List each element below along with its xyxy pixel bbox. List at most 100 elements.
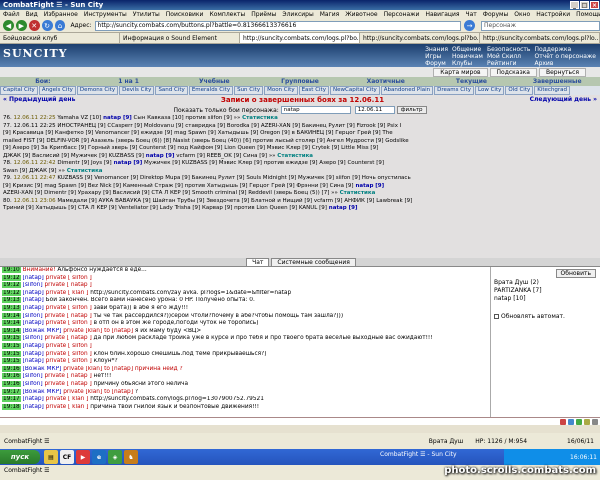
battle-participants[interactable]: Swan [9] ДЖАК [9] »» (3, 168, 67, 174)
chat-private-tag[interactable]: private [ siifon ] (46, 351, 92, 357)
category-tab[interactable]: Учебные (171, 77, 257, 86)
next-day-link[interactable]: Следующий день » (530, 96, 597, 104)
city-tab[interactable]: Low City (475, 86, 505, 95)
city-tab[interactable]: Moon City (264, 86, 298, 95)
city-tab[interactable]: Dreams City (434, 86, 474, 95)
character-search-input[interactable]: Персонаж (481, 20, 600, 31)
battle-participants[interactable]: mailed FIST [9] DELFIN-VOR [9] Азазель (… (3, 138, 409, 144)
menu-item[interactable]: Поисковики (166, 11, 204, 18)
battle-participants[interactable]: Триний [9] Хатыдышь [9] СТА Л КЕР [9] Ve… (3, 205, 327, 211)
smile-icon[interactable] (560, 418, 566, 425)
city-tab[interactable]: Sand City (155, 86, 188, 95)
city-tab[interactable]: Abandoned Plain (380, 86, 434, 95)
chat-private-tag[interactable]: private [ natap ] (44, 282, 91, 288)
city-tab[interactable]: Old City (505, 86, 534, 95)
chat-nick[interactable]: [natap] (23, 297, 44, 303)
game-top-link[interactable]: Игры (425, 53, 448, 60)
chat-nick[interactable]: [natap] (23, 396, 44, 402)
app-icon[interactable]: ◈ (108, 450, 122, 464)
battle-player-natap[interactable]: natap [9] (327, 205, 358, 211)
game-top-link[interactable]: Общение (452, 46, 483, 53)
chat-private-tag[interactable]: private [klan] to [natap] (63, 389, 133, 395)
chat-nick[interactable]: [natap] (23, 320, 44, 326)
browser-tab[interactable]: http://suncity.combats.com/logs.pl?bo... (240, 33, 360, 43)
chat-private-tag[interactable]: private [ natap ] (44, 381, 91, 387)
battle-stats-link[interactable]: Статистика (242, 115, 278, 121)
city-tab[interactable]: Capital City (0, 86, 38, 95)
city-tab[interactable]: Devils City (119, 86, 155, 95)
city-tab[interactable]: NewCapital City (329, 86, 380, 95)
cf-icon[interactable]: CF (60, 450, 74, 464)
battle-stats-link[interactable]: Статистика (340, 190, 376, 196)
chat-nick[interactable]: [siifon] (23, 381, 43, 387)
category-tab[interactable]: Завершенные (514, 77, 600, 86)
chat-nick[interactable]: [siifon] (23, 335, 43, 341)
chat-nick[interactable]: Внимание! (23, 267, 56, 273)
menu-item[interactable]: Утилиты (133, 11, 160, 18)
game-top-link[interactable]: Рейтинги (487, 60, 531, 67)
subnav-button[interactable]: Подсказка (489, 67, 537, 77)
chat-nick[interactable]: [Вожак МКР] (23, 328, 62, 334)
battle-participants[interactable]: Dimentr [9] Joys [9] (57, 160, 111, 166)
battle-participants[interactable]: 77. 12.06.11 22:25 ИНОСТРАНЕЦ [9] CCaspe… (3, 123, 401, 129)
battle-participants-rest[interactable]: vcfarm [9] REEB_OK [9] Сина [9] »» (174, 153, 277, 159)
battle-participants[interactable]: Yamaha VZ [10] (57, 115, 101, 121)
city-tab[interactable]: Emeralds City (188, 86, 234, 95)
forward-icon[interactable]: ▶ (15, 20, 27, 31)
taskbar-app-label[interactable]: CombatFight ☰ (4, 467, 49, 474)
filter-icon[interactable] (576, 418, 582, 425)
chat-nick[interactable]: [natap] (23, 343, 44, 349)
chat-nick[interactable]: [natap] (23, 358, 44, 364)
game-top-link[interactable]: Отчёт о персонаже (534, 53, 596, 60)
game-top-link[interactable]: Безопасность (487, 46, 531, 53)
folder-icon[interactable]: ▤ (44, 450, 58, 464)
battle-participants[interactable]: ДЖАК [9] Васлисий [9] Мужичек [9] KUZBAS… (3, 153, 144, 159)
minimize-button[interactable]: _ (570, 1, 579, 9)
media-icon[interactable]: ▶ (76, 450, 90, 464)
battle-participants[interactable]: KUZBASS [9] Venomancer [9] Direktop Mupa… (57, 175, 410, 181)
filter-character-input[interactable]: natap (280, 106, 351, 114)
chat-nick[interactable]: [siifon] (23, 282, 43, 288)
menu-item[interactable]: Приёмы (251, 11, 276, 18)
room-user[interactable]: natap [10] (494, 295, 526, 302)
chat-private-tag[interactable]: private [ siifon ] (46, 275, 92, 281)
city-tab[interactable]: Kitechgrad (534, 86, 571, 95)
menu-item[interactable]: Персонажи (384, 11, 420, 18)
battle-player-natap[interactable]: natap [9] (354, 183, 384, 189)
chat-private-tag[interactable]: private [ siifon ] (46, 305, 92, 311)
battle-participants-rest[interactable]: Сын Кавказа [10] против siifon [9] »» (132, 115, 242, 121)
menu-item[interactable]: Настройки (536, 11, 570, 18)
category-tab[interactable]: Текущие (429, 77, 515, 86)
settings-icon[interactable] (584, 418, 590, 425)
chat-private-tag[interactable]: private [ natap ] (44, 313, 91, 319)
category-tab[interactable]: 1 на 1 (86, 77, 172, 86)
battle-participants[interactable]: [9] Кризис [9] mag Spawn [9] Bez Nick [9… (3, 183, 354, 189)
game-icon[interactable]: ♞ (124, 450, 138, 464)
battle-participants[interactable]: AZERI-XAN [9] Dimentr [9] Урахару [9] Ва… (3, 190, 340, 196)
chat-private-tag[interactable]: private [ klan ] (46, 290, 89, 296)
go-icon[interactable]: → (464, 20, 476, 31)
menu-item[interactable]: Магия (320, 11, 340, 18)
stop-icon[interactable]: ✕ (28, 20, 40, 31)
game-top-link[interactable]: Архив (534, 60, 596, 67)
chat-private-tag[interactable]: private [ klan ] (46, 396, 89, 402)
clear-icon[interactable] (568, 418, 574, 425)
battle-participants-rest[interactable]: Мужичек [9] KUZBASS [9] Мэвис Клер [9] п… (142, 160, 384, 166)
room-user[interactable]: PARTIZANKA [7] (494, 287, 542, 294)
battle-player-natap[interactable]: natap [9] (101, 115, 132, 121)
chat-private-tag[interactable]: private [klan] to [natap] (63, 328, 133, 334)
chat-private-tag[interactable]: private [ siifon ] (46, 320, 92, 326)
city-tab[interactable]: East City (298, 86, 329, 95)
chat-nick[interactable]: [Вожак МКР] (23, 389, 62, 395)
chat-nick[interactable]: [siifon] (23, 373, 43, 379)
game-top-link[interactable]: Форум (425, 60, 448, 67)
category-tab[interactable]: Групповые (257, 77, 343, 86)
ie-icon[interactable]: e (92, 450, 106, 464)
chat-private-tag[interactable]: private [ siifon ] (46, 358, 92, 364)
refresh-icon[interactable]: ↻ (41, 20, 53, 31)
chat-nick[interactable]: [natap] (23, 290, 44, 296)
battle-player-natap[interactable]: natap [9] (144, 153, 175, 159)
prev-day-link[interactable]: « Предыдущий день (3, 96, 75, 104)
battle-participants[interactable]: [9] Красавица [9] Канфетко [9] Venomance… (3, 130, 393, 136)
menu-item[interactable]: Вид (26, 11, 38, 18)
